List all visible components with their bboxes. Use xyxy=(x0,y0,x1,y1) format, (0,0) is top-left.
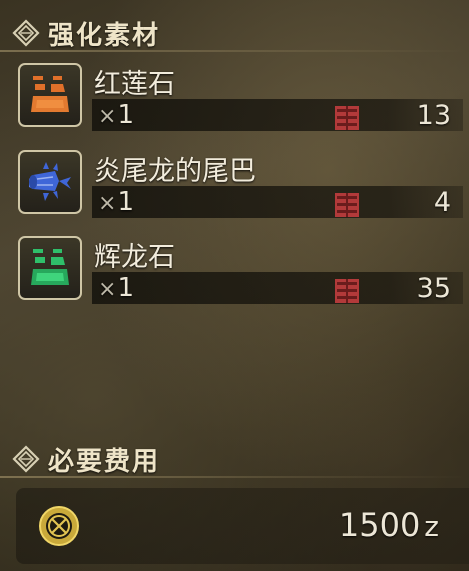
required-quantity: ×1 xyxy=(98,100,134,130)
diamond-emblem-icon xyxy=(12,19,40,47)
cost-amount: 1500 z xyxy=(338,506,439,544)
item-box-icon xyxy=(335,193,359,217)
required-quantity: ×1 xyxy=(98,273,134,303)
material-name: 炎尾龙的尾巴 xyxy=(94,156,256,187)
materials-header: 强化素材 xyxy=(0,14,469,52)
material-row-1[interactable]: 红莲石 ×1 13 xyxy=(14,60,463,136)
owned-count: 4 xyxy=(433,187,451,218)
header-divider xyxy=(0,476,469,478)
zenny-coin-icon xyxy=(39,506,79,546)
owned-count: 35 xyxy=(416,273,451,304)
cost-header: 必要费用 xyxy=(0,440,469,478)
required-quantity: ×1 xyxy=(98,187,134,217)
material-name: 辉龙石 xyxy=(94,242,175,273)
diamond-emblem-icon xyxy=(12,445,40,473)
quantity-bar xyxy=(92,272,463,304)
material-row-2[interactable]: 炎尾龙的尾巴 ×1 4 xyxy=(14,147,463,223)
material-icon-frame xyxy=(18,63,82,127)
material-icon-frame xyxy=(18,150,82,214)
materials-title: 强化素材 xyxy=(48,20,161,51)
tail-icon xyxy=(29,162,71,201)
owned-count: 13 xyxy=(416,100,451,131)
cost-title: 必要费用 xyxy=(48,446,161,477)
header-divider xyxy=(0,50,469,52)
item-box-icon xyxy=(335,106,359,130)
ore-icon xyxy=(31,249,69,285)
ore-icon xyxy=(31,76,69,112)
quantity-bar xyxy=(92,99,463,131)
quantity-bar xyxy=(92,186,463,218)
material-name: 红莲石 xyxy=(94,69,175,100)
cost-panel: 1500 z xyxy=(16,488,469,564)
material-icon-frame xyxy=(18,236,82,300)
material-row-3[interactable]: 辉龙石 ×1 35 xyxy=(14,233,463,309)
item-box-icon xyxy=(335,279,359,303)
